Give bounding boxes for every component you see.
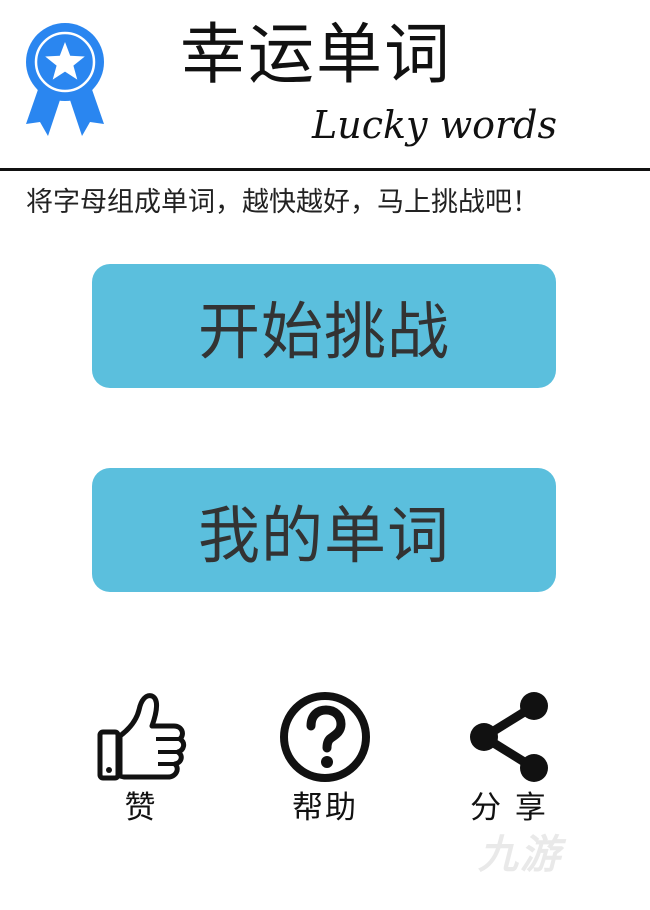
thumbs-up-icon <box>97 693 187 781</box>
like-label: 赞 <box>124 790 158 826</box>
header-divider <box>0 168 650 171</box>
my-words-button[interactable]: 我的单词 <box>92 468 556 592</box>
tagline: 将字母组成单词，越快越好，马上挑战吧！ <box>26 187 539 218</box>
like-button[interactable]: 赞 <box>86 690 196 830</box>
help-label: 帮助 <box>292 790 358 826</box>
start-challenge-button[interactable]: 开始挑战 <box>92 264 556 388</box>
help-circle-icon <box>280 692 370 782</box>
app-subtitle: Lucky words <box>312 103 557 147</box>
help-button[interactable]: 帮助 <box>270 690 380 830</box>
award-ribbon-star-icon <box>26 23 104 136</box>
watermark: 九游 <box>478 832 562 878</box>
app-title: 幸运单词 <box>180 16 452 93</box>
share-icon <box>470 692 548 782</box>
share-button[interactable]: 分 享 <box>454 690 564 830</box>
app-header: 幸运单词 Lucky words <box>0 0 650 172</box>
